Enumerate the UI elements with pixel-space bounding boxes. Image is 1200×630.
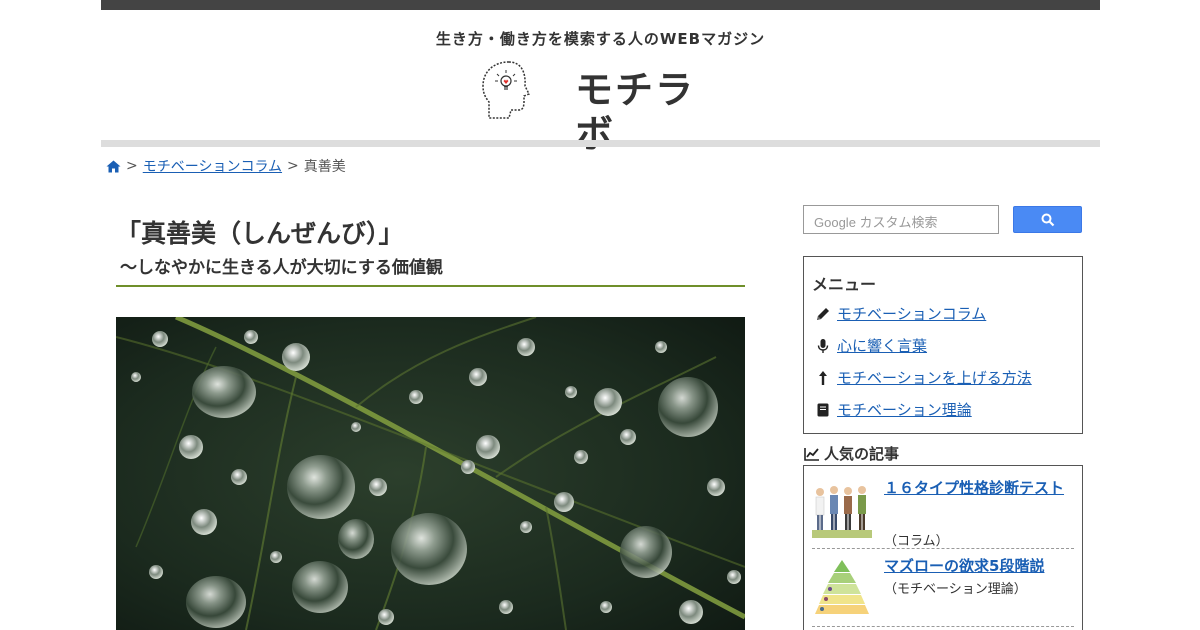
- popular-article-link[interactable]: １６タイプ性格診断テスト: [884, 478, 1074, 498]
- menu-item-label[interactable]: モチベーション理論: [837, 399, 972, 420]
- list-divider: [812, 626, 1074, 627]
- menu-item-theory[interactable]: モチベーション理論: [815, 399, 972, 420]
- menu-item-label[interactable]: モチベーションコラム: [837, 303, 986, 324]
- search-icon: [1041, 213, 1054, 226]
- popular-article-category: （コラム）: [884, 534, 949, 549]
- popular-article-link[interactable]: マズローの欲求5段階説: [884, 556, 1074, 576]
- menu-item-label[interactable]: モチベーションを上げる方法: [837, 367, 1032, 388]
- breadcrumb-parent-link[interactable]: モチベーションコラム: [143, 156, 282, 176]
- search-input[interactable]: Google カスタム検索: [803, 205, 999, 234]
- breadcrumb-current: 真善美: [303, 159, 346, 175]
- pencil-icon: [815, 306, 831, 322]
- popular-article-category: （モチベーション理論）: [884, 582, 1027, 597]
- article-subtitle: 〜しなやかに生きる人が大切にする価値観: [120, 258, 443, 278]
- site-tagline: 生き方・働き方を模索する人のWEBマガジン: [435, 30, 766, 48]
- popular-article-item[interactable]: マズローの欲求5段階説 （モチベーション理論）: [812, 556, 1074, 620]
- list-divider: [812, 548, 1074, 549]
- menu-item-quotes[interactable]: 心に響く言葉: [815, 335, 927, 356]
- breadcrumb: > モチベーションコラム > 真善美: [106, 156, 346, 176]
- menu-item-motivation-column[interactable]: モチベーションコラム: [815, 303, 986, 324]
- menu-item-label[interactable]: 心に響く言葉: [837, 335, 927, 356]
- line-chart-icon: [804, 447, 819, 461]
- head-lightbulb-icon: [482, 61, 531, 119]
- book-icon: [815, 402, 831, 418]
- sidebar-menu: メニュー モチベーションコラム 心に響く言葉 モチベーションを上げる方法 モチベ…: [803, 256, 1083, 434]
- popular-articles-list: １６タイプ性格診断テスト （コラム） マズローの欲求5段階説 （モチベーション理…: [803, 465, 1083, 630]
- popular-article-item[interactable]: １６タイプ性格診断テスト （コラム）: [812, 478, 1074, 549]
- article-hero-image: [116, 317, 745, 630]
- title-underline: [116, 285, 745, 287]
- breadcrumb-home-link[interactable]: [106, 160, 121, 173]
- search-button[interactable]: [1013, 206, 1082, 233]
- people-illustration-thumbnail: [812, 478, 872, 538]
- site-header: 生き方・働き方を模索する人のWEBマガジン モチラボ: [101, 10, 1100, 156]
- menu-item-how-to-motivate[interactable]: モチベーションを上げる方法: [815, 367, 1032, 388]
- menu-title: メニュー: [812, 275, 877, 294]
- pyramid-illustration-thumbnail: [812, 556, 872, 616]
- microphone-icon: [815, 338, 831, 354]
- home-icon: [106, 160, 121, 172]
- popular-heading: 人気の記事: [804, 443, 899, 464]
- breadcrumb-separator: >: [126, 158, 138, 174]
- arrow-up-icon: [815, 370, 831, 386]
- top-bar: [101, 0, 1100, 10]
- leaf-droplets-image: [116, 317, 745, 630]
- breadcrumb-separator: >: [287, 158, 299, 174]
- popular-title: 人気の記事: [824, 445, 900, 463]
- article-header: 「真善美（しんぜんび）」 〜しなやかに生きる人が大切にする価値観: [116, 216, 745, 280]
- header-divider: [101, 140, 1100, 147]
- site-logo[interactable]: モチラボ: [479, 56, 719, 156]
- article-title: 「真善美（しんぜんび）」: [116, 219, 404, 248]
